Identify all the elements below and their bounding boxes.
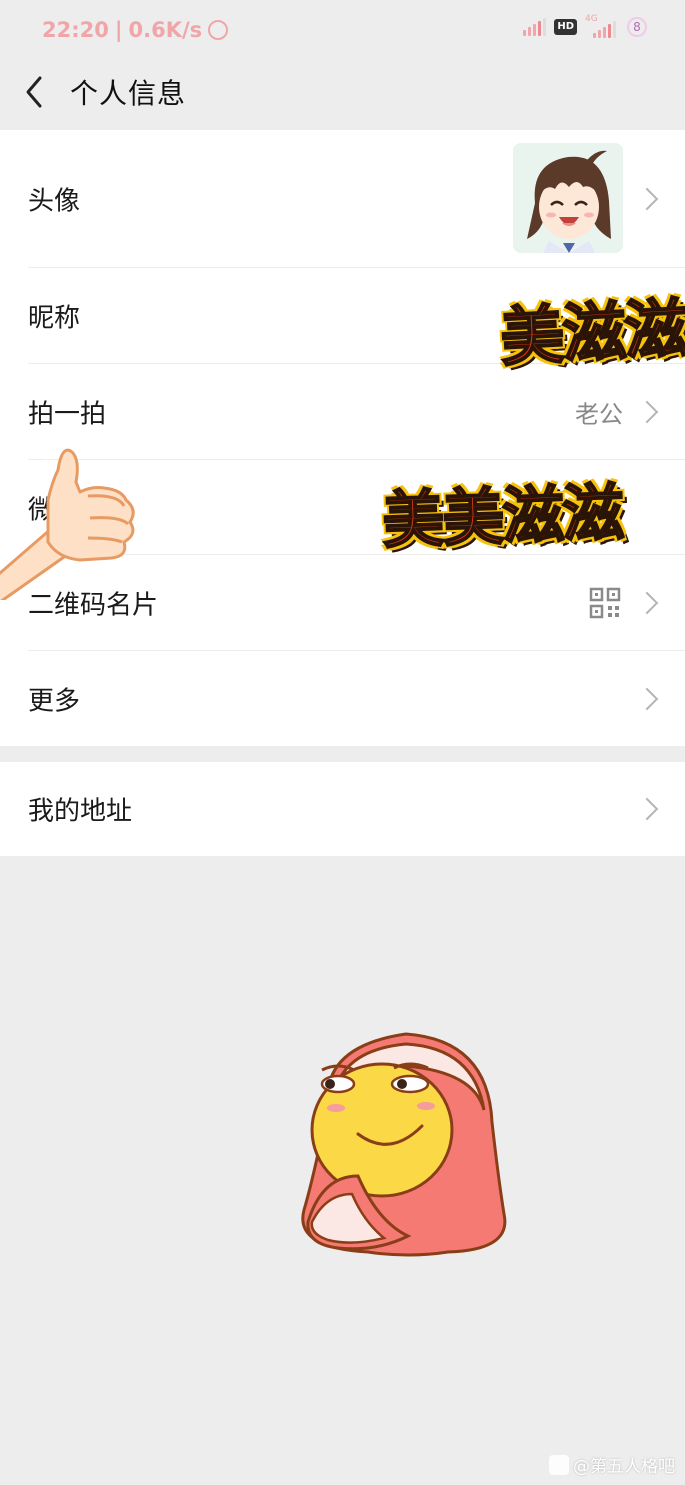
row-more[interactable]: 更多 — [0, 651, 685, 746]
address-group: 我的地址 — [0, 762, 685, 856]
chevron-right-icon — [635, 400, 659, 424]
nickname-sticker: 美滋滋 — [498, 291, 685, 377]
status-right: HD 4G 8 — [523, 14, 647, 38]
thumbs-up-sticker — [0, 430, 135, 600]
row-avatar[interactable]: 头像 — [0, 130, 685, 268]
signal-icon-2 — [593, 20, 616, 38]
status-bar: 22:20 | 0.6K/s HD 4G 8 — [0, 0, 685, 60]
wechat-sticker: 美美滋滋 — [380, 475, 624, 558]
qr-code-icon — [589, 587, 621, 619]
page-title: 个人信息 — [70, 77, 187, 110]
avatar-image — [513, 143, 623, 253]
back-arrow-icon — [26, 76, 42, 108]
chevron-right-icon — [635, 187, 659, 211]
row-my-address-label: 我的地址 — [28, 796, 133, 827]
watermark: @第五人格吧 — [549, 1452, 675, 1477]
battery-icon: 8 — [627, 17, 647, 37]
row-nickname-label: 昵称 — [28, 303, 81, 334]
chevron-right-icon — [635, 687, 659, 710]
back-button[interactable] — [18, 72, 58, 112]
row-my-address[interactable]: 我的地址 — [0, 762, 685, 856]
nav-bar: 个人信息 — [0, 60, 685, 130]
signal-icon — [523, 18, 547, 36]
status-left: 22:20 | 0.6K/s — [42, 18, 229, 42]
status-speed: 0.6K/s — [128, 18, 203, 42]
weibo-logo-icon — [549, 1454, 569, 1475]
battery-level: 8 — [633, 20, 641, 34]
watermark-text: @第五人格吧 — [573, 1457, 675, 1477]
chevron-right-icon — [635, 797, 659, 821]
row-avatar-label: 头像 — [28, 186, 81, 217]
blanket-emoji-sticker — [301, 1032, 507, 1257]
row-more-label: 更多 — [28, 686, 81, 716]
chevron-right-icon — [635, 591, 659, 615]
hd-badge: HD — [554, 19, 577, 35]
row-pat-label: 拍一拍 — [28, 399, 107, 430]
status-time: 22:20 — [42, 18, 109, 42]
status-separator: | — [114, 18, 123, 42]
network-4g-icon: 4G — [585, 14, 619, 38]
row-pat-value: 老公 — [575, 400, 623, 429]
alarm-icon — [208, 20, 229, 40]
avatar[interactable] — [513, 143, 623, 253]
